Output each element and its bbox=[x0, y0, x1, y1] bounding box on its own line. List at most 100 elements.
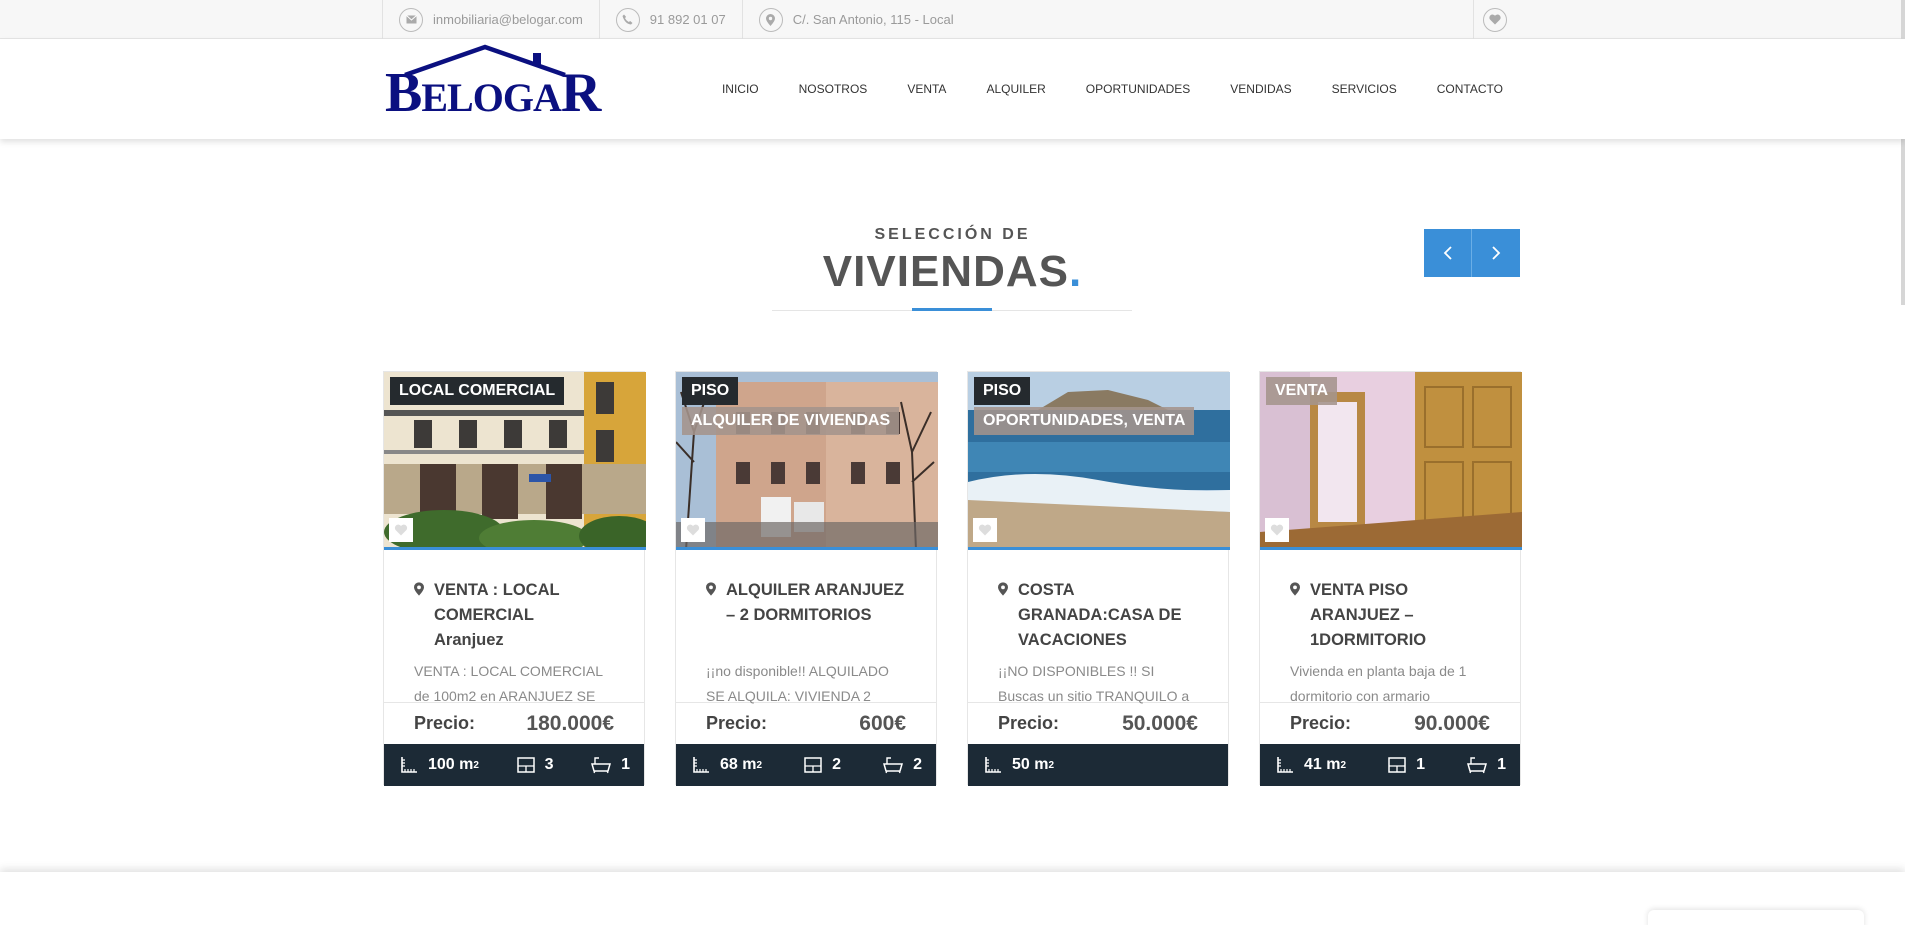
property-price: 50.000€ bbox=[1122, 711, 1198, 735]
price-label: Precio: bbox=[1290, 713, 1352, 733]
property-description: VENTA : LOCAL COMERCIAL de 100m2 en ARAN… bbox=[414, 663, 603, 704]
map-pin-icon bbox=[1290, 582, 1300, 596]
heart-icon bbox=[978, 524, 992, 536]
bedroom-icon bbox=[1388, 757, 1406, 773]
property-features: 100 m2 3 1 bbox=[384, 744, 644, 786]
property-title-text: VENTA PISO ARANJUEZ – 1DORMITORIO bbox=[1310, 581, 1427, 649]
section-subtitle: SELECCIÓN DE bbox=[874, 226, 1031, 243]
bedroom-icon bbox=[516, 757, 535, 773]
nav-alquiler[interactable]: ALQUILER bbox=[986, 82, 1045, 96]
bedroom-icon bbox=[804, 757, 822, 773]
nav-vendidas[interactable]: VENDIDAS bbox=[1230, 82, 1291, 96]
property-photo[interactable]: VENTA bbox=[1260, 372, 1522, 550]
property-title-text: COSTA GRANADA:CASA DE VACACIONES bbox=[1018, 581, 1182, 649]
feature-baths: 2 bbox=[883, 756, 922, 774]
area-ruler-icon bbox=[985, 757, 1001, 773]
property-type-badge[interactable]: PISO bbox=[682, 377, 739, 405]
property-card[interactable]: PISO ALQUILER DE VIVIENDAS ALQUILER ARAN… bbox=[675, 371, 938, 786]
property-title[interactable]: COSTA GRANADA:CASA DE VACACIONES bbox=[998, 578, 1198, 653]
property-title[interactable]: VENTA PISO ARANJUEZ – 1DORMITORIO bbox=[1290, 578, 1490, 653]
section-divider-accent bbox=[912, 308, 992, 311]
property-title-location: Aranjuez bbox=[434, 631, 504, 649]
next-section bbox=[0, 872, 1905, 925]
bathtub-icon bbox=[1467, 757, 1488, 774]
property-body: COSTA GRANADA:CASA DE VACACIONES ¡¡NO DI… bbox=[968, 550, 1228, 704]
phone-icon bbox=[615, 7, 640, 32]
property-card[interactable]: LOCAL COMERCIAL VENTA : LOCAL COMERCIAL … bbox=[383, 371, 646, 786]
property-description: Vivienda en planta baja de 1 dormitorio … bbox=[1290, 663, 1467, 704]
topbar-email[interactable]: inmobiliaria@belogar.com bbox=[382, 0, 599, 39]
property-title-text: ALQUILER ARANJUEZ – 2 DORMITORIOS bbox=[726, 581, 905, 624]
heart-icon bbox=[1482, 7, 1507, 32]
bathtub-icon bbox=[883, 757, 904, 774]
feature-rooms: 2 bbox=[804, 756, 841, 774]
bathtub-icon bbox=[591, 757, 612, 774]
belogar-logo[interactable]: BELOGAR bbox=[383, 43, 601, 121]
envelope-icon bbox=[399, 7, 423, 32]
property-category-badge[interactable]: OPORTUNIDADES, VENTA bbox=[974, 407, 1195, 435]
top-bar: inmobiliaria@belogar.com 91 892 01 07 C/… bbox=[0, 0, 1905, 39]
nav-oportunidades[interactable]: OPORTUNIDADES bbox=[1086, 82, 1190, 96]
map-pin-icon bbox=[998, 582, 1008, 596]
map-pin-icon bbox=[414, 582, 424, 596]
map-pin-icon bbox=[758, 7, 783, 32]
nav-inicio[interactable]: INICIO bbox=[722, 82, 759, 96]
carousel-next-button[interactable] bbox=[1472, 229, 1520, 277]
topbar-phone[interactable]: 91 892 01 07 bbox=[598, 0, 742, 39]
chevron-left-icon bbox=[1443, 246, 1452, 260]
feature-baths: 1 bbox=[591, 756, 630, 774]
property-title-text: VENTA : LOCAL COMERCIAL bbox=[434, 581, 560, 624]
area-ruler-icon bbox=[401, 757, 417, 773]
carousel-prev-button[interactable] bbox=[1424, 229, 1472, 277]
property-photo[interactable]: PISO OPORTUNIDADES, VENTA bbox=[968, 372, 1230, 550]
add-favorite-button[interactable] bbox=[973, 518, 997, 542]
property-description: ¡¡no disponible!! ALQUILADO SE ALQUILA: … bbox=[706, 663, 889, 704]
logo-wordmark: BELOGAR bbox=[385, 62, 601, 124]
add-favorite-button[interactable] bbox=[681, 518, 705, 542]
carousel-arrows bbox=[1424, 229, 1520, 277]
property-body: VENTA PISO ARANJUEZ – 1DORMITORIO Vivien… bbox=[1260, 550, 1520, 704]
property-title[interactable]: ALQUILER ARANJUEZ – 2 DORMITORIOS bbox=[706, 578, 906, 653]
feature-area: 68 m2 bbox=[692, 756, 762, 774]
nav-servicios[interactable]: SERVICIOS bbox=[1332, 82, 1397, 96]
property-price: 180.000€ bbox=[526, 711, 614, 735]
topbar-address-text: C/. San Antonio, 115 - Local bbox=[792, 12, 954, 27]
price-label: Precio: bbox=[998, 713, 1060, 733]
feature-rooms: 3 bbox=[516, 756, 553, 774]
main-nav: INICIO NOSOTROS VENTA ALQUILER OPORTUNID… bbox=[682, 39, 1503, 139]
nav-venta[interactable]: VENTA bbox=[907, 82, 946, 96]
property-photo[interactable]: LOCAL COMERCIAL bbox=[384, 372, 646, 550]
add-favorite-button[interactable] bbox=[389, 518, 413, 542]
property-category-badge[interactable]: ALQUILER DE VIVIENDAS bbox=[682, 407, 900, 435]
topbar-address[interactable]: C/. San Antonio, 115 - Local bbox=[741, 0, 970, 39]
property-type-badge[interactable]: VENTA bbox=[1266, 377, 1338, 405]
property-photo[interactable]: PISO ALQUILER DE VIVIENDAS bbox=[676, 372, 938, 550]
chevron-right-icon bbox=[1492, 246, 1501, 260]
topbar-phone-text: 91 892 01 07 bbox=[649, 12, 726, 27]
feature-baths: 1 bbox=[1467, 756, 1506, 774]
section-title-dot: . bbox=[1068, 247, 1083, 296]
section-title: VIVIENDAS. bbox=[0, 247, 1905, 297]
heart-icon bbox=[1270, 524, 1284, 536]
property-price: 600€ bbox=[859, 711, 906, 735]
favorites-link[interactable] bbox=[1473, 0, 1515, 39]
feature-area: 100 m2 bbox=[400, 756, 479, 774]
property-type-badge[interactable]: PISO bbox=[974, 377, 1031, 405]
add-favorite-button[interactable] bbox=[1265, 518, 1289, 542]
property-title[interactable]: VENTA : LOCAL COMERCIAL Aranjuez bbox=[414, 578, 614, 653]
area-ruler-icon bbox=[1277, 757, 1293, 773]
property-features: 68 m2 2 2 bbox=[676, 744, 936, 786]
property-price: 90.000€ bbox=[1414, 711, 1490, 735]
property-type-badge[interactable]: LOCAL COMERCIAL bbox=[390, 377, 565, 405]
property-card[interactable]: PISO OPORTUNIDADES, VENTA COSTA GRANADA:… bbox=[967, 371, 1230, 786]
nav-nosotros[interactable]: NOSOTROS bbox=[799, 82, 868, 96]
property-features: 50 m2 bbox=[968, 744, 1228, 786]
nav-contacto[interactable]: CONTACTO bbox=[1437, 82, 1503, 96]
section-title-text: VIVIENDAS bbox=[822, 247, 1069, 296]
map-pin-icon bbox=[706, 582, 716, 596]
main-header: BELOGAR INICIO NOSOTROS VENTA ALQUILER O… bbox=[0, 39, 1905, 139]
property-description: ¡¡NO DISPONIBLES !! SI Buscas un sitio T… bbox=[998, 663, 1190, 704]
property-body: ALQUILER ARANJUEZ – 2 DORMITORIOS ¡¡no d… bbox=[676, 550, 936, 704]
chat-widget[interactable] bbox=[1648, 910, 1864, 925]
property-card[interactable]: VENTA VENTA PISO ARANJUEZ – 1DORMITORIO … bbox=[1259, 371, 1522, 786]
